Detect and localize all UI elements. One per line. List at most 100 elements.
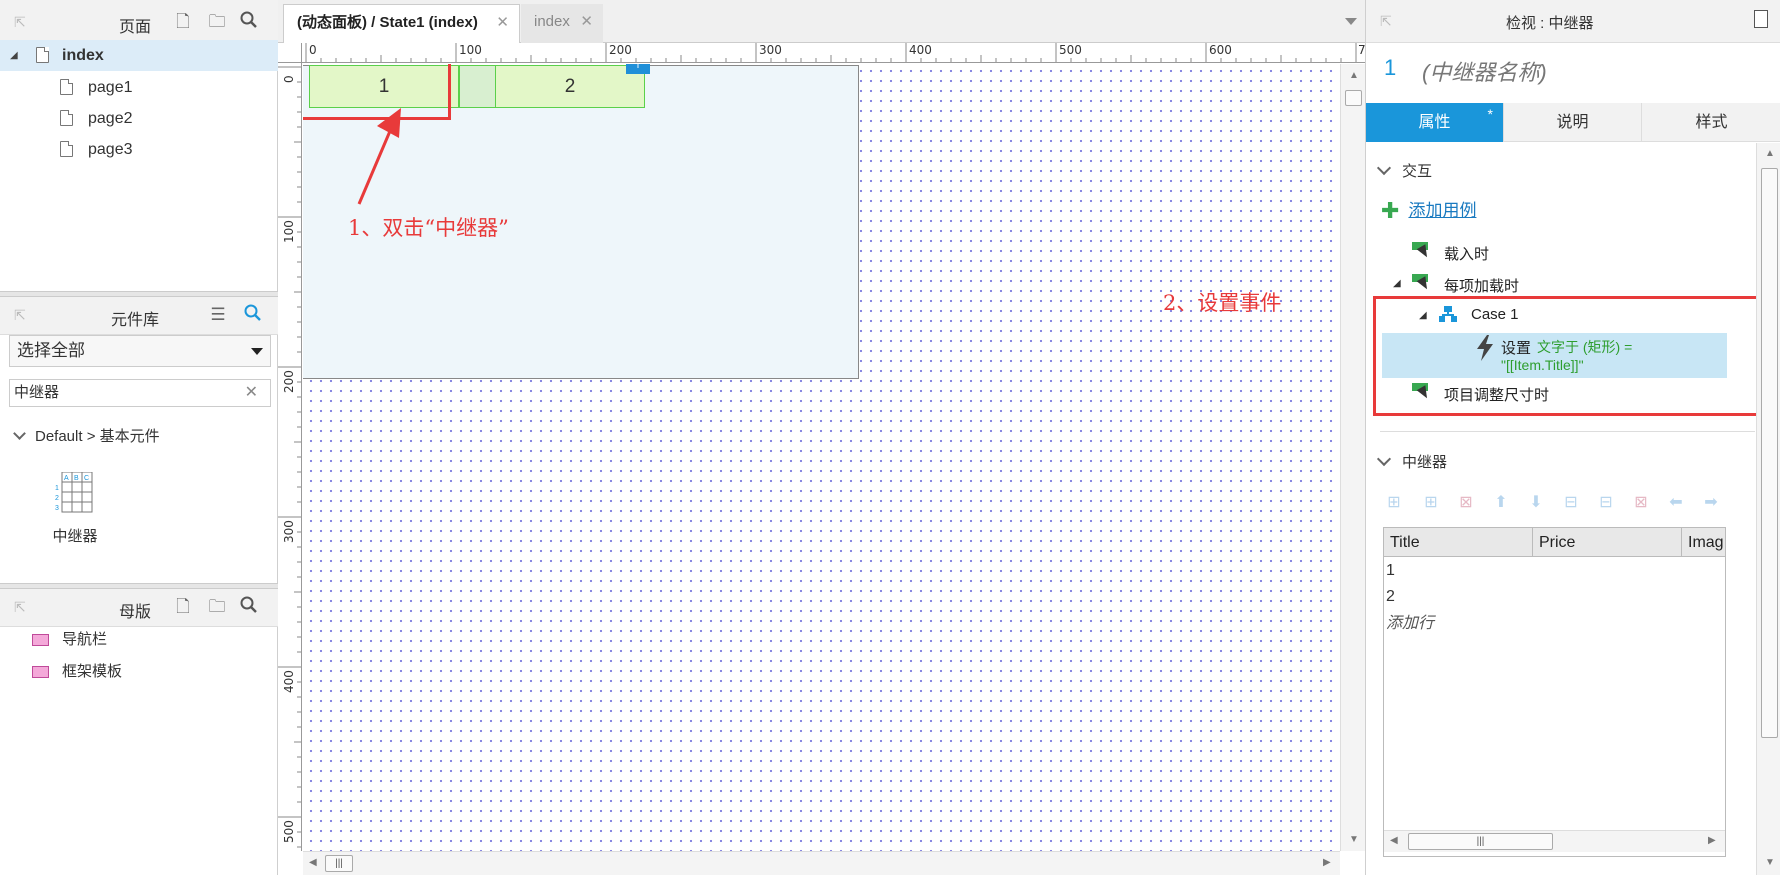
column-header[interactable]: Title — [1384, 528, 1533, 557]
notes-icon[interactable] — [1754, 10, 1768, 28]
tab-overflow-icon[interactable] — [1345, 18, 1357, 25]
add-case-link[interactable]: ✚ 添加用例 — [1381, 196, 1477, 223]
add-page-icon[interactable]: 🗋 — [172, 11, 194, 33]
close-icon[interactable]: ✕ — [580, 4, 593, 40]
delete-column-icon[interactable]: ⊠ — [1631, 492, 1651, 511]
page-icon — [60, 79, 73, 95]
repeater-data-table[interactable]: Title Price Imag 1 2 添加行 ◀ ||| ▶ — [1383, 527, 1726, 857]
delete-row-icon[interactable]: ⊠ — [1456, 492, 1476, 511]
section-title: 交互 — [1402, 163, 1433, 180]
page-tree-item-page1[interactable]: page1 — [0, 72, 278, 103]
column-header[interactable]: Price — [1533, 528, 1682, 557]
interactions-section-header[interactable]: 交互 — [1376, 160, 1433, 181]
library-search-input[interactable]: 中继器 ✕ — [9, 379, 271, 407]
repeater-section-header[interactable]: 中继器 — [1376, 451, 1447, 472]
widget-name-input[interactable]: (中继器名称) — [1422, 55, 1547, 87]
clear-icon[interactable]: ✕ — [245, 380, 258, 406]
scroll-thumb[interactable]: ||| — [1408, 833, 1553, 850]
canvas-vertical-scrollbar[interactable]: ▲ ▼ — [1340, 64, 1365, 851]
expand-triangle-icon[interactable]: ◢ — [10, 40, 18, 71]
tab-state1[interactable]: (动态面板) / State1 (index) ✕ — [283, 4, 520, 43]
table-row[interactable]: 2 — [1384, 583, 1725, 611]
ruler-label: 0 — [282, 75, 296, 83]
tab-index[interactable]: index ✕ — [521, 4, 603, 43]
tab-properties[interactable]: 属性 * — [1366, 103, 1504, 142]
event-icon — [1412, 242, 1432, 260]
tab-notes[interactable]: 说明 — [1504, 103, 1642, 142]
move-up-icon[interactable]: ⬆ — [1491, 492, 1511, 511]
dropdown-arrow-icon — [251, 348, 263, 355]
scroll-thumb[interactable]: ||| — [325, 855, 353, 872]
expand-triangle-icon[interactable]: ◢ — [1393, 278, 1401, 289]
menu-icon[interactable]: ☰ — [207, 304, 229, 326]
search-icon[interactable] — [242, 304, 264, 326]
library-category-label: Default > 基本元件 — [35, 428, 160, 445]
page-icon — [60, 110, 73, 126]
add-master-icon[interactable]: 🗋 — [172, 596, 194, 618]
scroll-down-icon[interactable]: ▼ — [1349, 834, 1359, 845]
table-horizontal-scrollbar[interactable]: ◀ ||| ▶ — [1384, 830, 1725, 852]
add-case-label: 添加用例 — [1408, 201, 1477, 220]
pin-icon[interactable]: ⇱ — [14, 307, 26, 324]
page-label: page2 — [88, 110, 133, 127]
scroll-thumb[interactable] — [1761, 168, 1778, 738]
scroll-left-icon[interactable]: ◀ — [1390, 835, 1398, 846]
library-search-value: 中继器 — [14, 384, 60, 401]
repeater-item-rectangle[interactable]: 2 — [495, 65, 645, 108]
page-tree-item-page3[interactable]: page3 — [0, 134, 278, 165]
master-icon — [32, 634, 49, 646]
page-tree-item-page2[interactable]: page2 — [0, 103, 278, 134]
add-folder-icon[interactable]: 🗀 — [206, 11, 228, 33]
insert-column-left-icon[interactable]: ⊟ — [1561, 492, 1581, 511]
canvas-horizontal-scrollbar[interactable]: ◀ ||| ▶ — [303, 851, 1340, 875]
inspector-vertical-scrollbar[interactable]: ▲ ▼ — [1756, 143, 1780, 875]
vertical-ruler: 0 100 200 300 400 500 — [278, 63, 302, 851]
highlight-box — [1373, 296, 1780, 416]
insert-column-right-icon[interactable]: ⊟ — [1596, 492, 1616, 511]
master-item[interactable]: 框架模板 — [0, 656, 278, 687]
column-header[interactable]: Imag — [1682, 528, 1725, 557]
editor-tab-bar: (动态面板) / State1 (index) ✕ index ✕ — [278, 0, 1365, 43]
add-folder-icon[interactable]: 🗀 — [206, 596, 228, 618]
library-category[interactable]: Default > 基本元件 — [12, 425, 272, 446]
ruler-label: 300 — [282, 520, 296, 543]
scroll-left-icon[interactable]: ◀ — [309, 857, 317, 868]
search-icon[interactable] — [238, 11, 260, 33]
pin-icon[interactable]: ⇱ — [14, 14, 26, 31]
scroll-right-icon[interactable]: ▶ — [1708, 835, 1716, 846]
scroll-down-icon[interactable]: ▼ — [1765, 857, 1775, 868]
insert-row-above-icon[interactable]: ⊞ — [1384, 492, 1404, 511]
ruler-ticks — [278, 66, 301, 848]
interaction-badge[interactable]: i — [626, 64, 650, 74]
table-cell[interactable]: 2 — [1386, 588, 1395, 605]
ruler-label: 600 — [1209, 43, 1232, 57]
scroll-thumb[interactable] — [1345, 90, 1362, 106]
pin-icon[interactable]: ⇱ — [14, 599, 26, 616]
scroll-right-icon[interactable]: ▶ — [1323, 857, 1331, 868]
master-icon — [32, 666, 49, 678]
scroll-up-icon[interactable]: ▲ — [1765, 148, 1775, 159]
repeater-widget-icon[interactable]: ABC 1 2 3 — [54, 471, 93, 513]
event-onitemload[interactable]: 每项加载时 — [1444, 275, 1519, 296]
masters-panel-title: 母版 — [118, 604, 151, 621]
library-select[interactable]: 选择全部 — [9, 335, 271, 367]
table-cell[interactable]: 1 — [1386, 562, 1395, 579]
tab-style[interactable]: 样式 — [1642, 103, 1780, 142]
move-left-icon[interactable]: ⬅ — [1666, 492, 1686, 511]
design-canvas[interactable]: 1 2 i 1、双击“中继器” 2、设置事件 — [303, 64, 1340, 851]
table-row[interactable]: 1 — [1384, 557, 1725, 585]
close-icon[interactable]: ✕ — [496, 5, 509, 41]
tab-label: 说明 — [1556, 114, 1589, 131]
master-item[interactable]: 导航栏 — [0, 624, 278, 655]
pin-icon[interactable]: ⇱ — [1380, 13, 1392, 30]
search-icon[interactable] — [238, 596, 260, 618]
page-tree-item-index[interactable]: ◢ index — [0, 40, 278, 71]
insert-row-below-icon[interactable]: ⊞ — [1421, 492, 1441, 511]
add-row[interactable]: 添加行 — [1384, 610, 1725, 638]
move-right-icon[interactable]: ➡ — [1701, 492, 1721, 511]
ruler-label: 400 — [909, 43, 932, 57]
scroll-up-icon[interactable]: ▲ — [1349, 70, 1359, 81]
left-sidebar: ⇱ 页面 🗋 🗀 ◢ index page1 page2 page3 ⇱ 元件库… — [0, 0, 278, 875]
move-down-icon[interactable]: ⬇ — [1526, 492, 1546, 511]
event-onload[interactable]: 载入时 — [1444, 243, 1489, 264]
